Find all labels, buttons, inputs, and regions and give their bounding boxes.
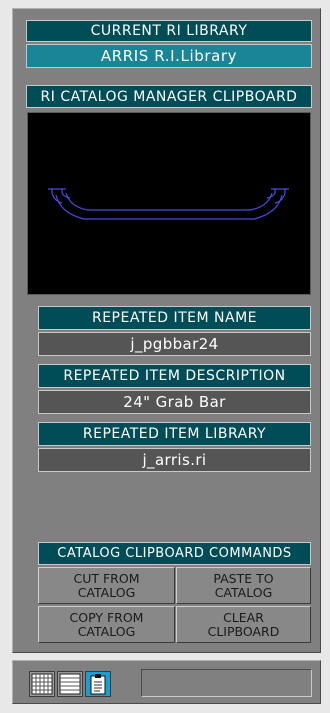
clear-label-line2: CLIPBOARD [207, 623, 280, 639]
grab-bar-preview-drawing [48, 188, 289, 220]
item-library-header: REPEATED ITEM LIBRARY [38, 422, 311, 446]
item-description-header: REPEATED ITEM DESCRIPTION [38, 364, 311, 388]
current-library-value: ARRIS R.I.Library [26, 44, 312, 68]
cut-label-line2: CATALOG [77, 584, 136, 600]
paste-to-catalog-button[interactable]: PASTE TO CATALOG [176, 567, 311, 604]
item-library-value: j_arris.ri [38, 448, 311, 472]
list-view-button[interactable] [57, 671, 83, 697]
clipboard-icon [90, 674, 106, 695]
current-library-header: CURRENT RI LIBRARY [26, 20, 312, 42]
paste-label-line1: PASTE TO [213, 570, 274, 586]
cut-label-line1: CUT FROM [73, 570, 140, 586]
paste-label-line2: CATALOG [214, 584, 273, 600]
grid-view-icon [31, 673, 53, 695]
bottom-toolbar [12, 660, 321, 704]
clear-clipboard-button[interactable]: CLEAR CLIPBOARD [176, 606, 311, 643]
grid-view-button[interactable] [29, 671, 55, 697]
copy-from-catalog-button[interactable]: COPY FROM CATALOG [38, 606, 175, 643]
item-name-header: REPEATED ITEM NAME [38, 306, 311, 330]
copy-label-line2: CATALOG [77, 623, 136, 639]
list-view-icon [59, 673, 81, 695]
item-name-value: j_pgbbar24 [38, 332, 311, 356]
cut-from-catalog-button[interactable]: CUT FROM CATALOG [38, 567, 175, 604]
copy-label-line1: COPY FROM [69, 609, 144, 625]
status-field [141, 669, 312, 697]
clipboard-header: RI CATALOG MANAGER CLIPBOARD [26, 85, 312, 108]
item-preview-viewport [27, 112, 311, 295]
commands-header: CATALOG CLIPBOARD COMMANDS [38, 542, 311, 565]
clipboard-view-button[interactable] [85, 671, 111, 697]
item-description-value: 24" Grab Bar [38, 390, 311, 414]
clear-label-line1: CLEAR [223, 609, 264, 625]
